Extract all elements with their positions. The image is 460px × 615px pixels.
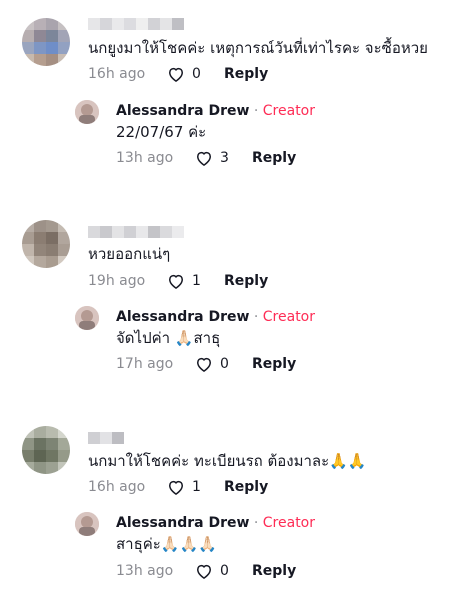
creator-name[interactable]: Alessandra Drew	[116, 103, 249, 119]
like-count: 3	[220, 150, 229, 166]
blurred-username[interactable]	[88, 432, 124, 444]
separator-dot: ·	[253, 103, 259, 119]
creator-avatar-image	[75, 306, 99, 330]
like-button[interactable]: 0	[194, 354, 252, 374]
avatar[interactable]	[22, 426, 70, 474]
reply-time: 13h ago	[116, 563, 174, 579]
like-count: 1	[192, 479, 201, 495]
comment-time: 16h ago	[88, 479, 146, 495]
reply-text: จัดไปค่า 🙏🏻สาธุ	[116, 329, 221, 347]
blurred-username[interactable]	[88, 18, 184, 30]
heart-outline-icon	[197, 564, 211, 579]
creator-badge: Creator	[262, 103, 316, 119]
creator-avatar-image	[75, 100, 99, 124]
creator-header: Alessandra Drew · Creator	[116, 308, 315, 326]
comment-text: นกมาให้โชคค่ะ ทะเบียนรถ ต้องมาละ🙏🙏	[88, 452, 367, 470]
creator-header: Alessandra Drew · Creator	[116, 102, 315, 120]
creator-badge: Creator	[262, 515, 316, 531]
avatar[interactable]	[22, 220, 70, 268]
reply-button[interactable]: Reply	[224, 273, 268, 289]
comment-meta: 19h ago 1 Reply	[88, 271, 268, 291]
comment-meta: 16h ago 1 Reply	[88, 477, 268, 497]
creator-avatar[interactable]	[75, 100, 99, 124]
like-button[interactable]: 1	[166, 477, 224, 497]
avatar[interactable]	[22, 18, 70, 66]
like-button[interactable]: 1	[166, 271, 224, 291]
comment-time: 16h ago	[88, 66, 146, 82]
heart-outline-icon	[169, 480, 183, 495]
creator-name[interactable]: Alessandra Drew	[116, 515, 249, 531]
reply-meta: 17h ago 0 Reply	[116, 354, 296, 374]
creator-header: Alessandra Drew · Creator	[116, 514, 315, 532]
creator-avatar[interactable]	[75, 512, 99, 536]
like-count: 0	[220, 563, 229, 579]
heart-outline-icon	[169, 274, 183, 289]
creator-avatar[interactable]	[75, 306, 99, 330]
like-count: 1	[192, 273, 201, 289]
comment-meta: 16h ago 0 Reply	[88, 64, 268, 84]
reply-meta: 13h ago 3 Reply	[116, 148, 296, 168]
reply-text: 22/07/67 ค่ะ	[116, 123, 207, 141]
separator-dot: ·	[253, 309, 259, 325]
reply-text: สาธุค่ะ🙏🏻🙏🏻🙏🏻	[116, 535, 217, 553]
reply-time: 13h ago	[116, 150, 174, 166]
comment-text: นกยูงมาให้โชคค่ะ เหตุการณ์วันที่เท่าไรคะ…	[88, 39, 428, 57]
like-button[interactable]: 0	[166, 64, 224, 84]
reply-time: 17h ago	[116, 356, 174, 372]
reply-button[interactable]: Reply	[224, 66, 268, 82]
reply-meta: 13h ago 0 Reply	[116, 561, 296, 581]
like-button[interactable]: 3	[194, 148, 252, 168]
like-count: 0	[220, 356, 229, 372]
creator-avatar-image	[75, 512, 99, 536]
like-count: 0	[192, 66, 201, 82]
heart-outline-icon	[197, 357, 211, 372]
blurred-username[interactable]	[88, 226, 184, 238]
heart-outline-icon	[197, 151, 211, 166]
creator-name[interactable]: Alessandra Drew	[116, 309, 249, 325]
creator-badge: Creator	[262, 309, 316, 325]
separator-dot: ·	[253, 515, 259, 531]
comment-time: 19h ago	[88, 273, 146, 289]
heart-outline-icon	[169, 67, 183, 82]
reply-button[interactable]: Reply	[252, 356, 296, 372]
reply-button[interactable]: Reply	[224, 479, 268, 495]
comment-text: หวยออกแน่ๆ	[88, 245, 171, 263]
reply-button[interactable]: Reply	[252, 563, 296, 579]
reply-button[interactable]: Reply	[252, 150, 296, 166]
like-button[interactable]: 0	[194, 561, 252, 581]
